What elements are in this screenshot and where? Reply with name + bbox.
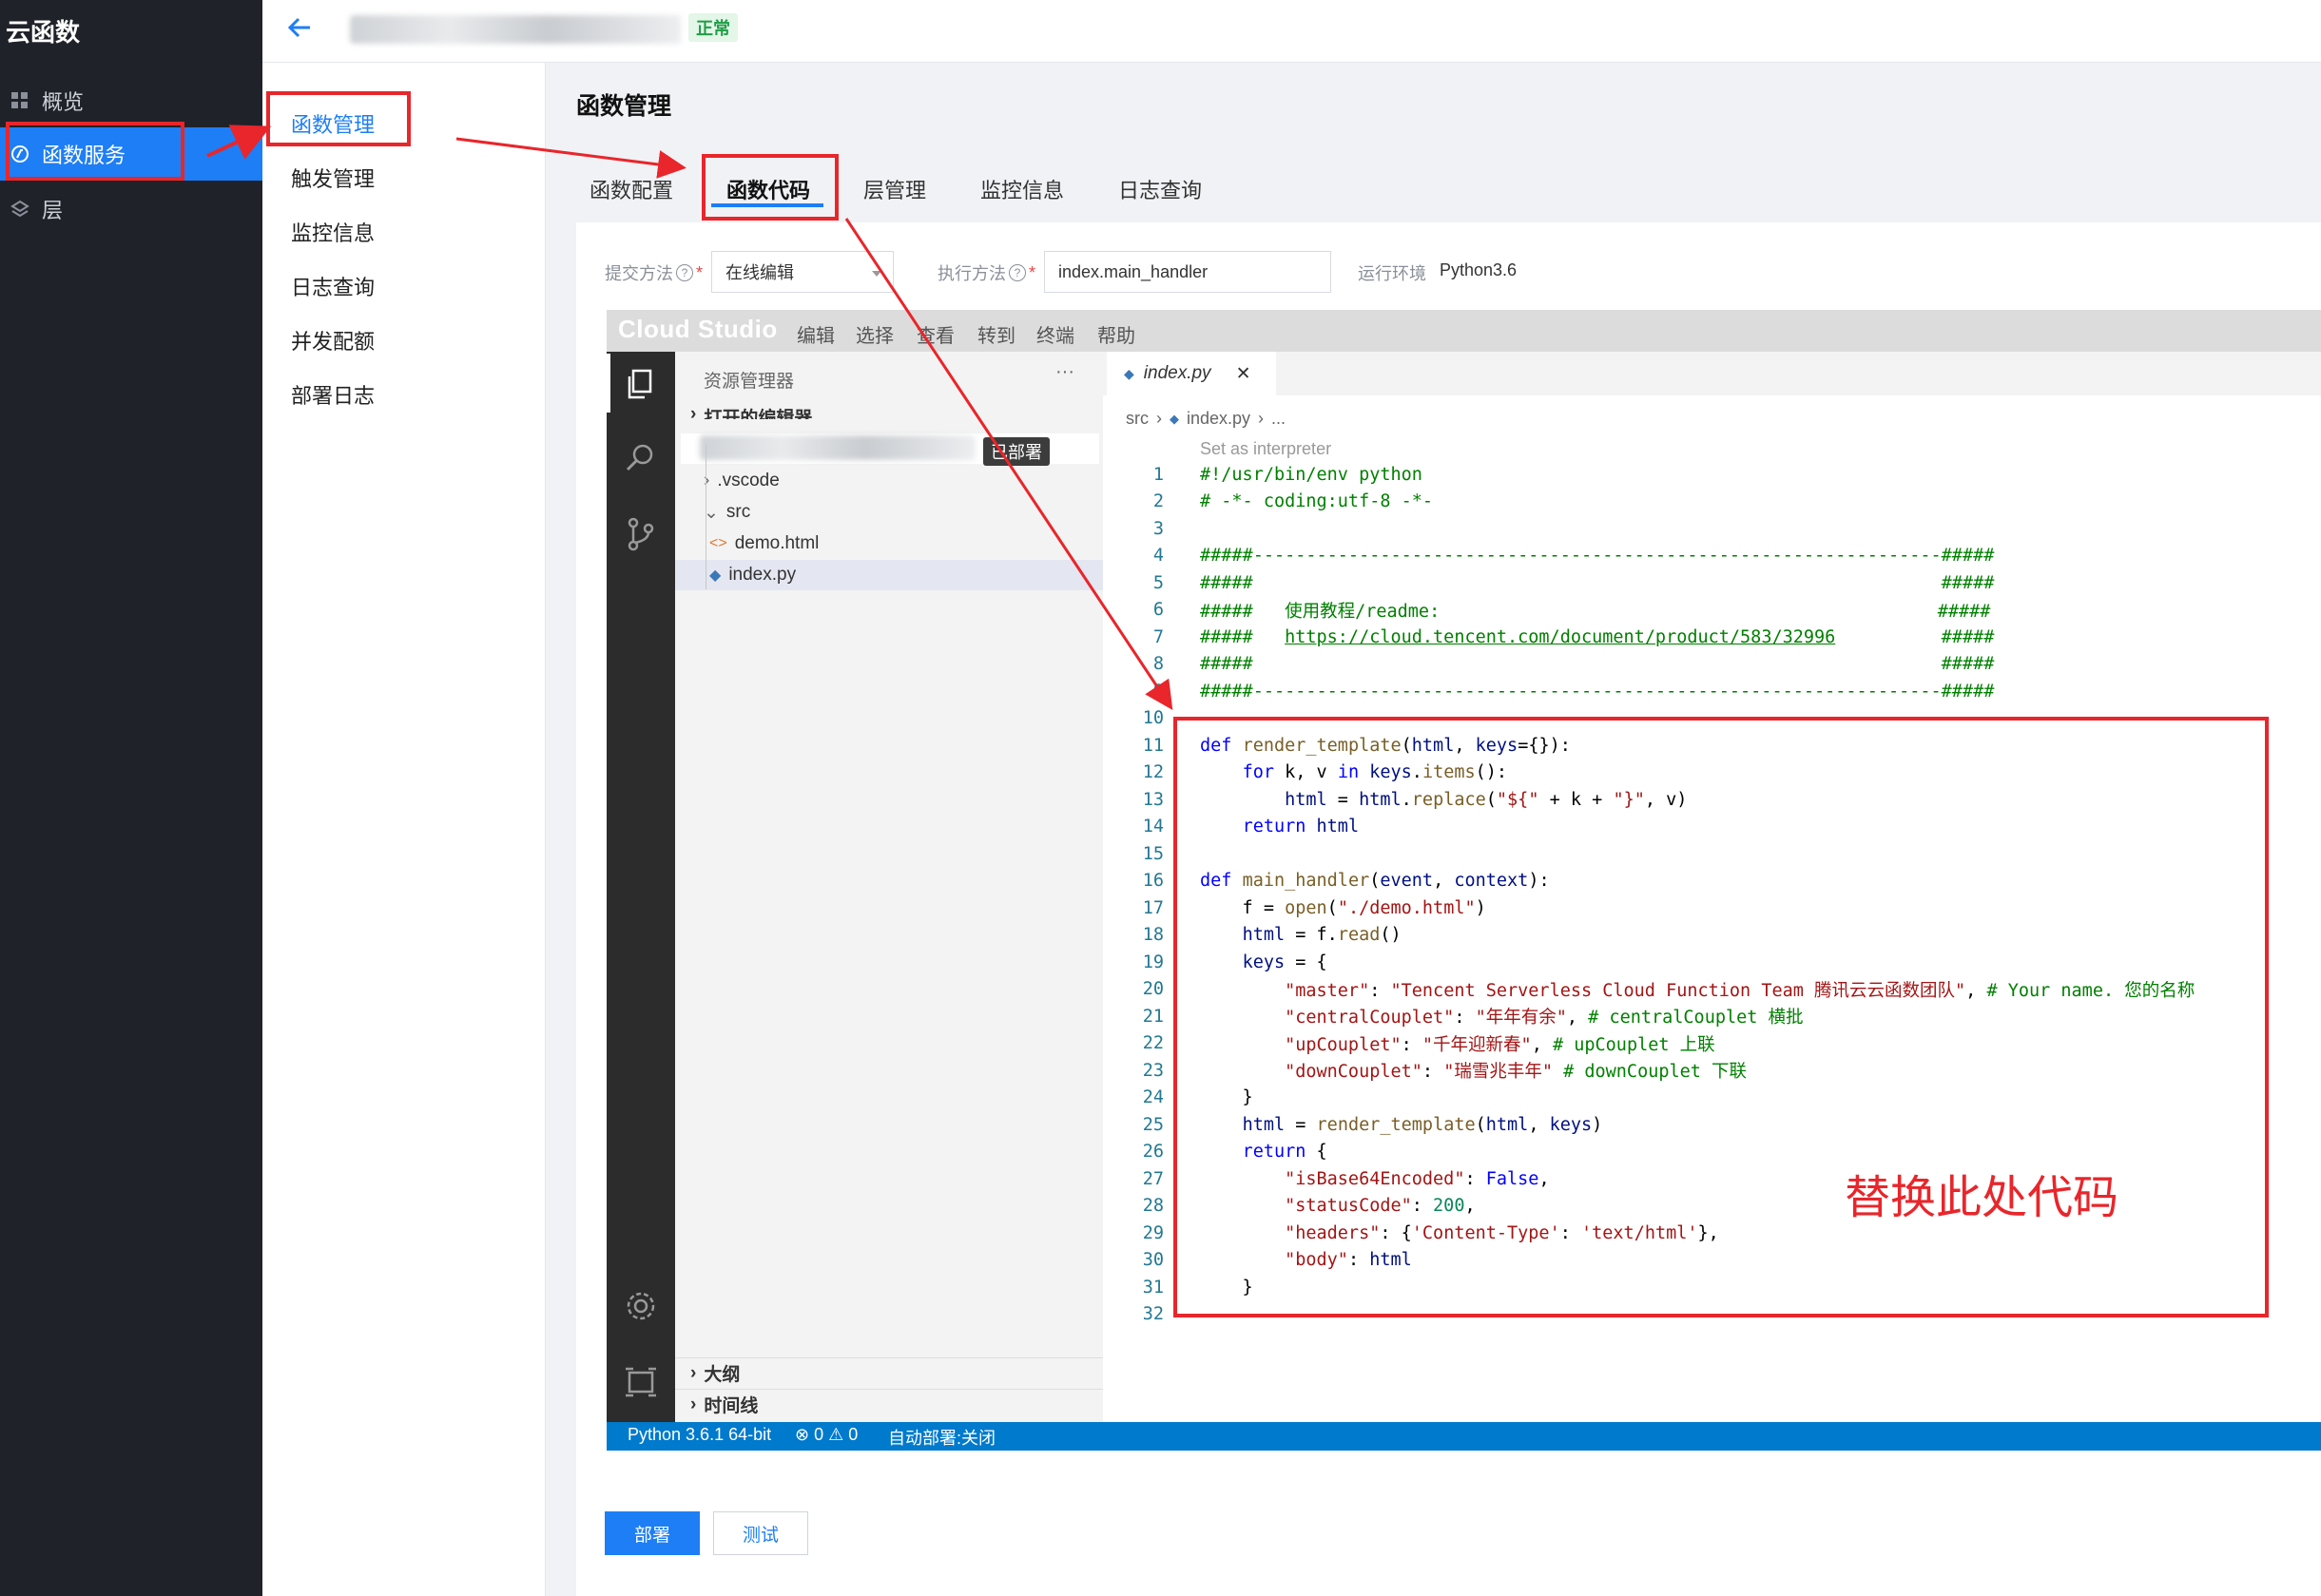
arrow-to-function-code-tab bbox=[455, 137, 687, 179]
arrow-to-function-management bbox=[206, 125, 272, 160]
annotation-arrows bbox=[206, 125, 1173, 710]
arrow-to-code-box bbox=[844, 218, 1173, 710]
